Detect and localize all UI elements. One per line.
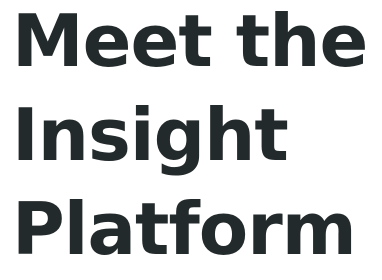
hero-heading: Meet the Insight Platform <box>12 0 382 280</box>
hero-heading-line-1: Meet the <box>12 0 368 83</box>
hero-heading-line-2: Insight <box>12 93 289 177</box>
hero-heading-line-3: Platform <box>12 187 357 271</box>
